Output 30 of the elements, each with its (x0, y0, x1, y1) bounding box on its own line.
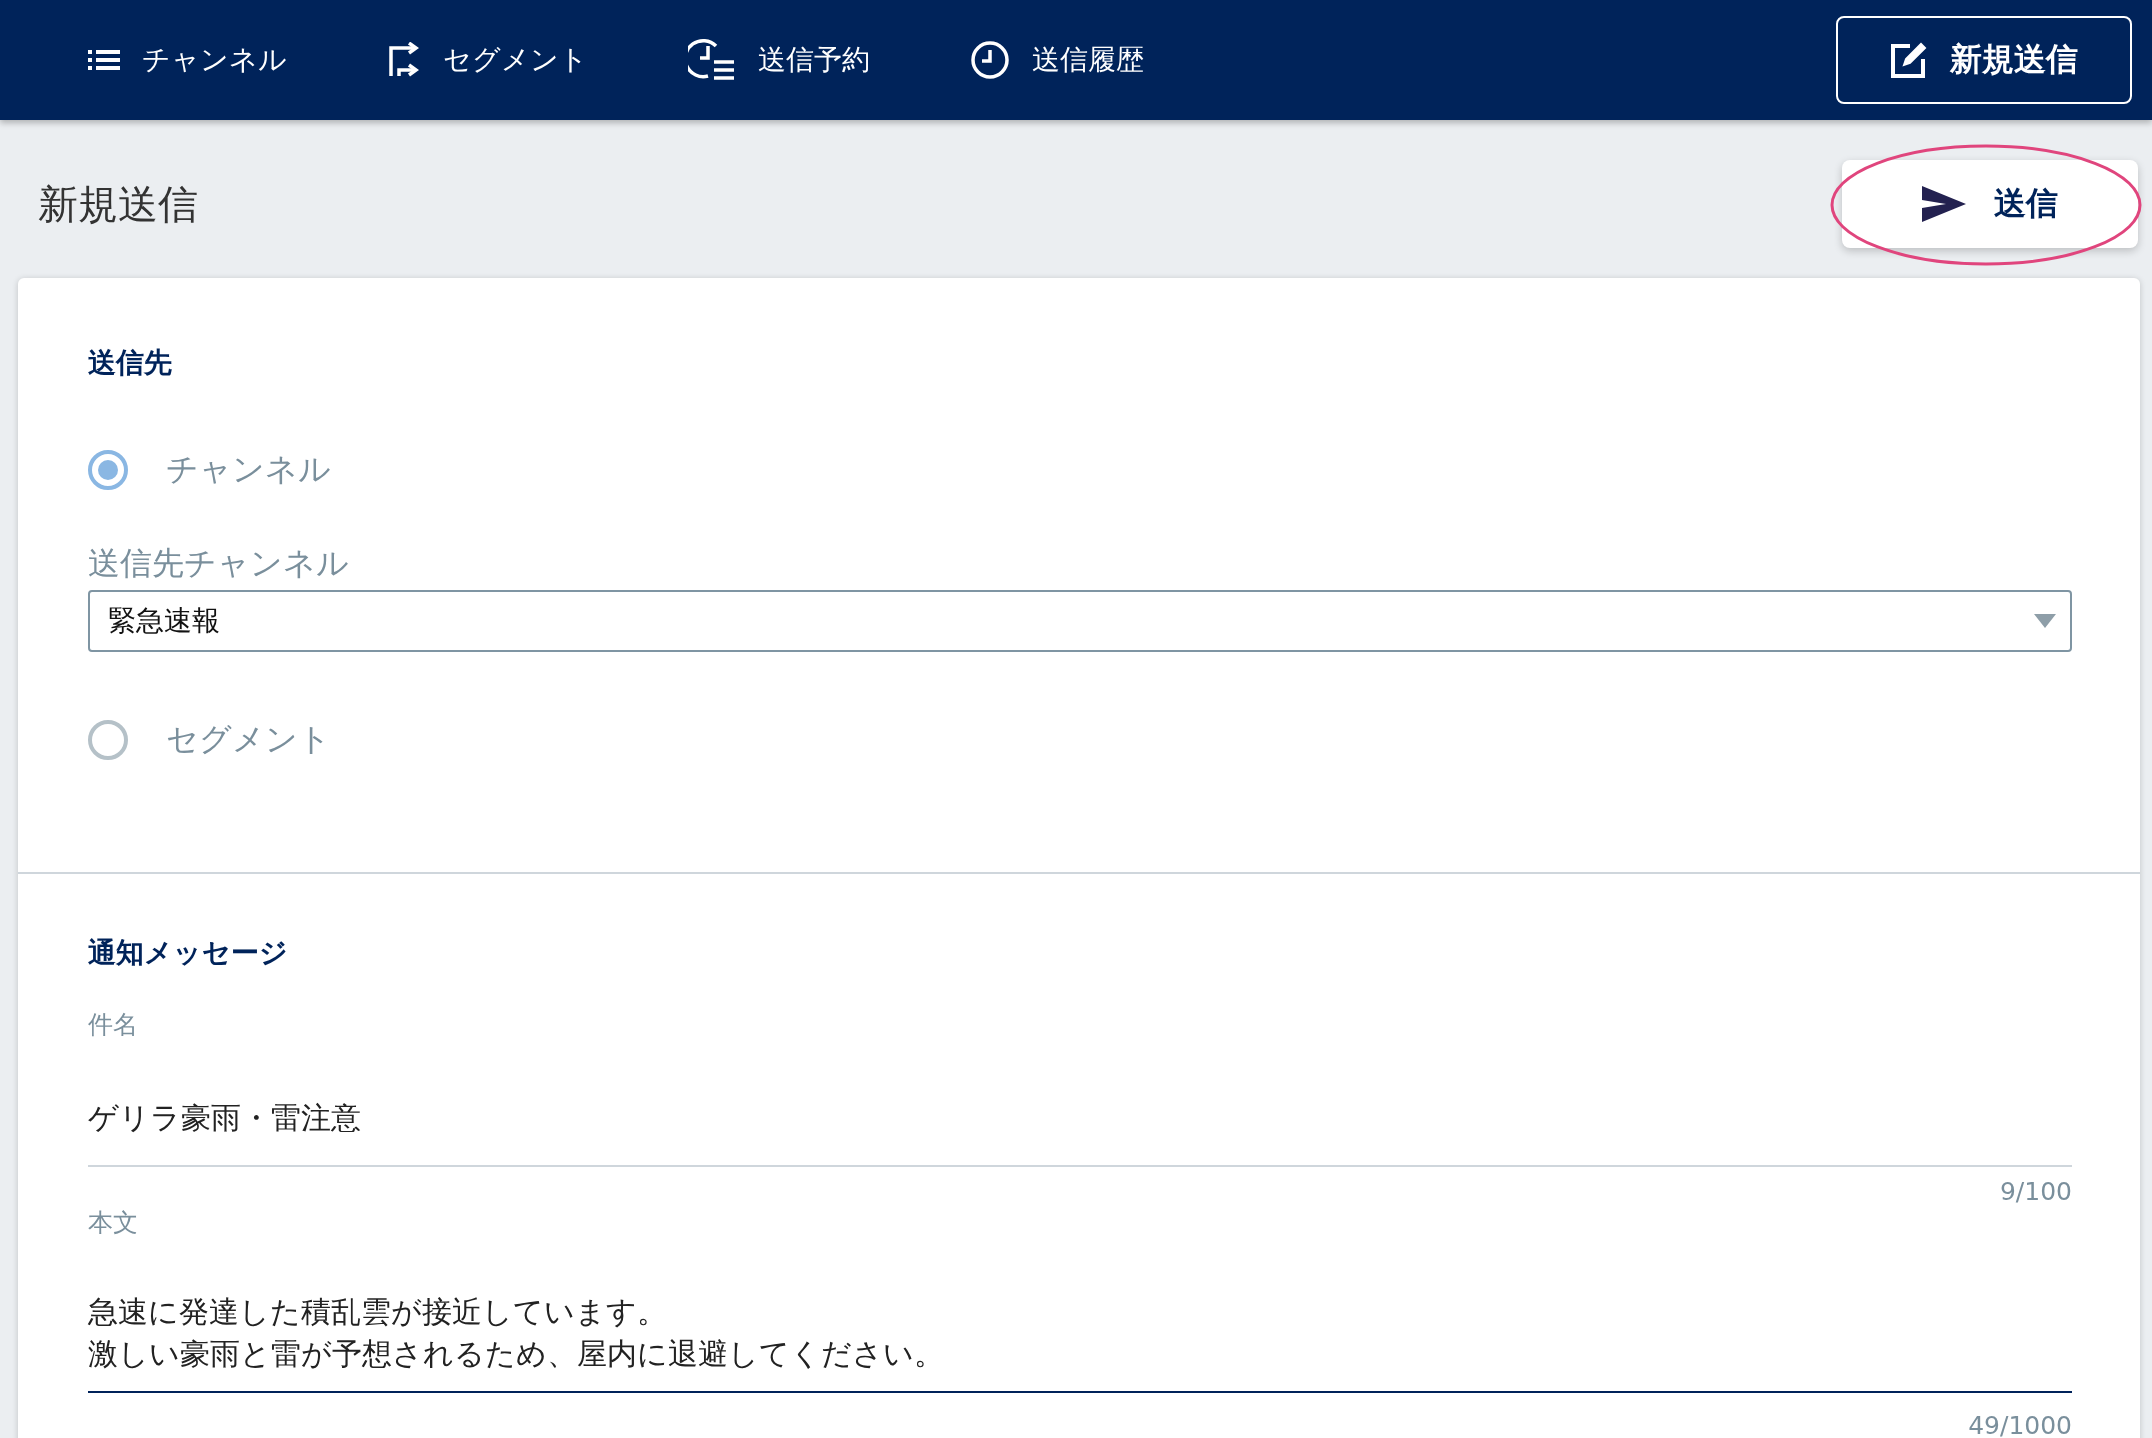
branch-arrows-icon (387, 42, 421, 78)
section-heading: 送信先 (88, 345, 173, 381)
character-counter: 9/100 (1999, 1177, 2072, 1206)
body-text-line: 激しい豪雨と雷が予想されるため、屋内に退避してください。 (88, 1335, 945, 1373)
page-title: 新規送信 (38, 179, 198, 229)
radio-label: チャンネル (166, 449, 331, 490)
radio-label: セグメント (166, 719, 331, 760)
edit-icon (1890, 41, 1928, 79)
dropdown-caret-icon (2034, 614, 2056, 628)
radio-button[interactable] (88, 720, 128, 760)
clock-icon (970, 40, 1010, 80)
field-label: 件名 (88, 1009, 139, 1041)
channel-dropdown[interactable]: 緊急速報 (88, 590, 2072, 652)
subject-field[interactable]: ゲリラ豪雨・雷注意 (88, 1041, 2072, 1167)
send-button[interactable]: 送信 (1842, 160, 2138, 248)
radio-button[interactable] (88, 450, 128, 490)
list-icon (88, 47, 120, 73)
character-counter: 49/1000 (1968, 1411, 2072, 1438)
nav-link[interactable]: 送信履歴 (970, 40, 1144, 80)
body-text-line: 急速に発達した積乱雲が接近しています。 (88, 1293, 668, 1331)
field-label: 送信先チャンネル (88, 543, 350, 584)
body-text-area[interactable]: 急速に発達した積乱雲が接近しています。 激しい豪雨と雷が予想されるため、屋内に退避してください。 (88, 1239, 2072, 1393)
new-message-button[interactable]: 新規送信 (1836, 16, 2132, 104)
nav-link[interactable]: セグメント (387, 41, 588, 79)
clock-list-icon (688, 38, 736, 82)
section-heading: 通知メッセージ (88, 935, 289, 971)
nav-link[interactable]: 送信予約 (688, 38, 870, 82)
nav-link[interactable]: チャンネル (88, 41, 287, 79)
field-label: 本文 (88, 1207, 139, 1239)
send-icon (1922, 186, 1966, 222)
